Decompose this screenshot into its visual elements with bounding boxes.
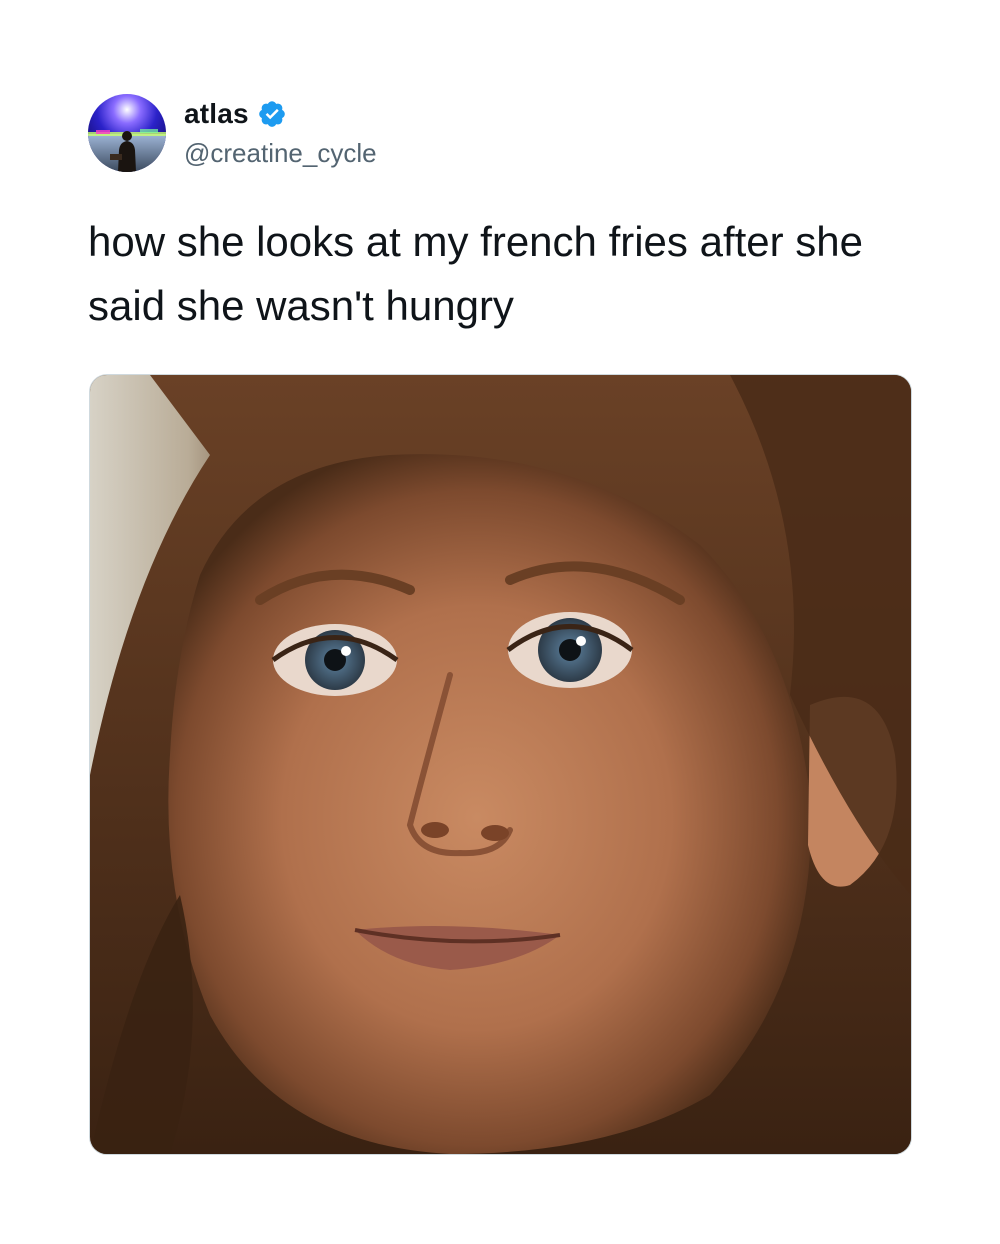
tweet-media-photo[interactable] xyxy=(89,374,912,1155)
avatar-image-icon xyxy=(88,94,166,172)
author-display-name[interactable]: atlas xyxy=(184,98,249,130)
tweet-header: atlas @creatine_cycle xyxy=(88,94,688,174)
author-names: atlas @creatine_cycle xyxy=(184,96,377,169)
display-name-row: atlas xyxy=(184,96,377,132)
photo-woman-closeup-icon xyxy=(90,375,911,1154)
author-handle[interactable]: @creatine_cycle xyxy=(184,138,377,169)
author-avatar[interactable] xyxy=(88,94,166,172)
tweet-text: how she looks at my french fries after s… xyxy=(88,218,875,329)
verified-badge-icon xyxy=(257,99,287,129)
tweet-card: atlas @creatine_cycle how she looks at m… xyxy=(0,0,1000,1244)
